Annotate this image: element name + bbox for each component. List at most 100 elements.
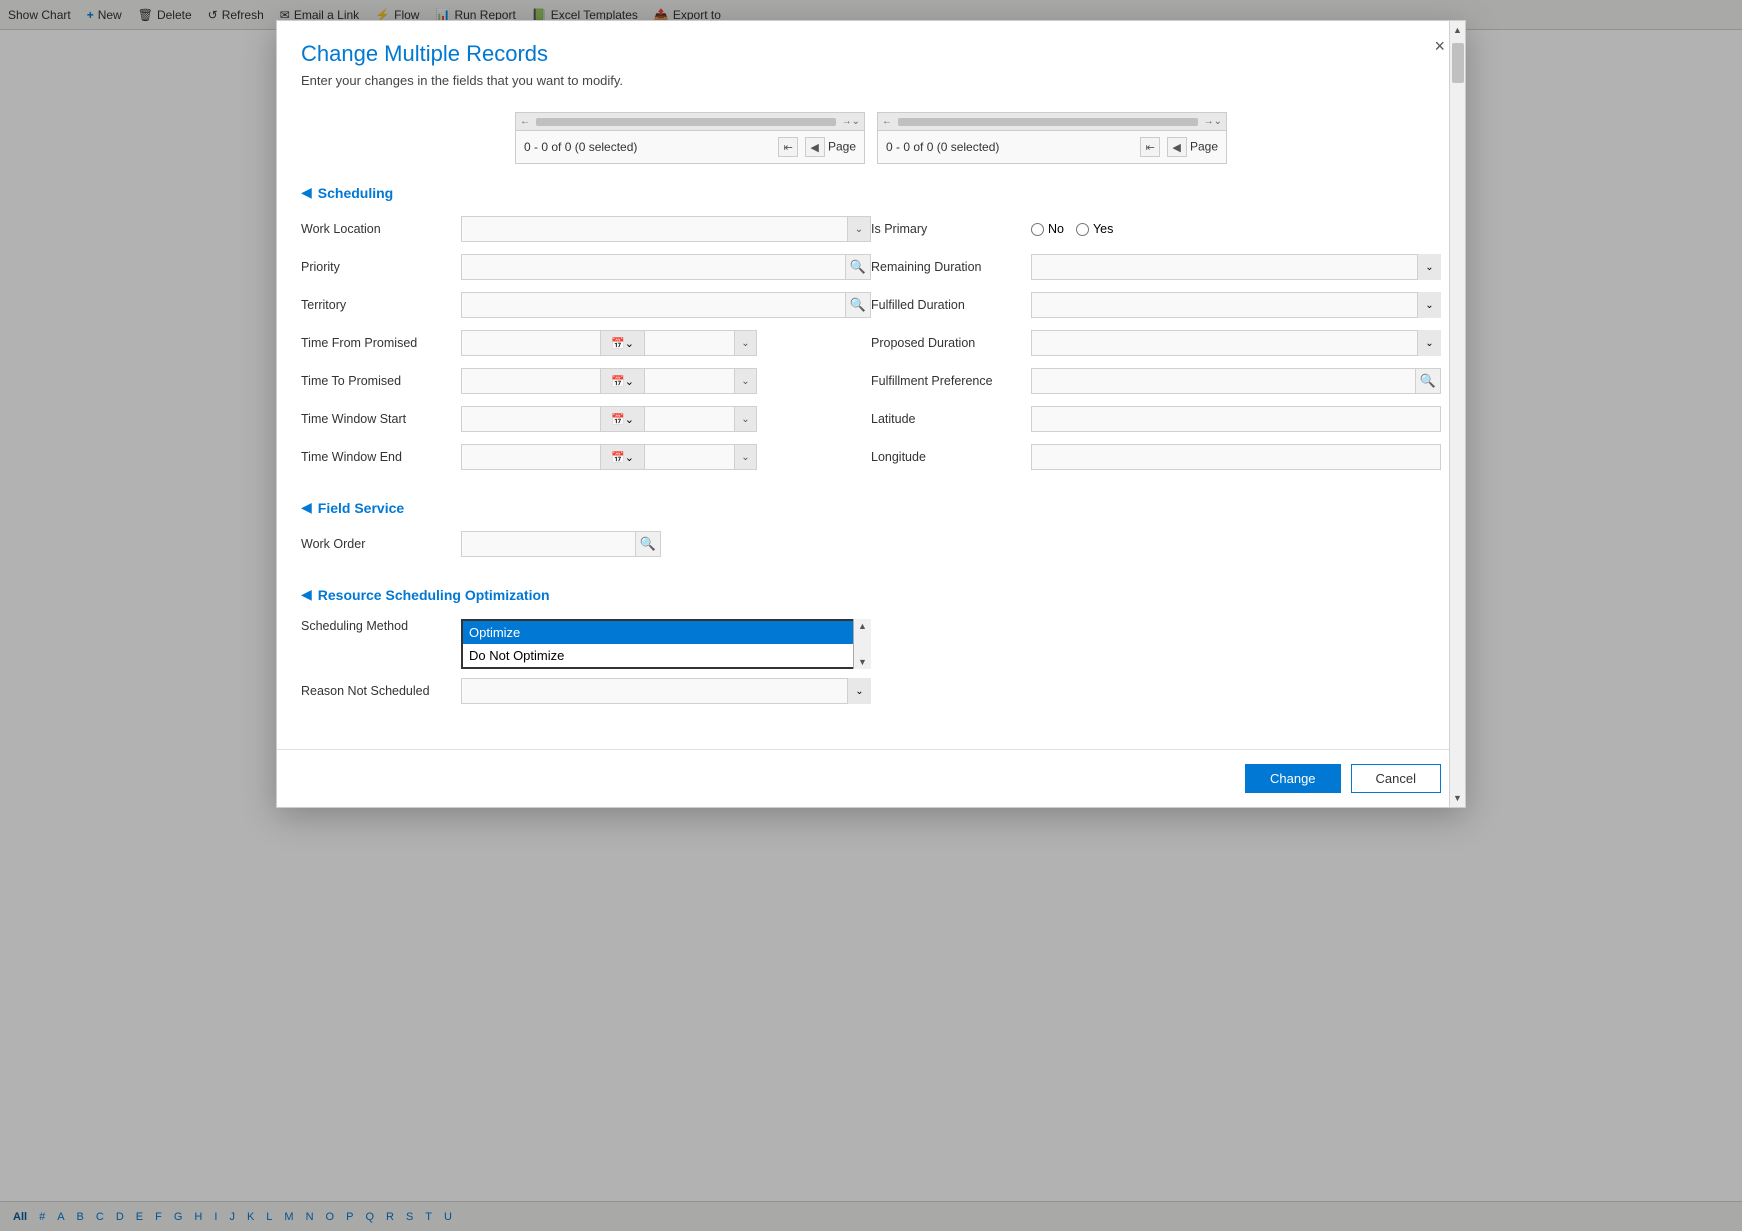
time-window-start-time-arrow[interactable]: ⌄ (735, 406, 757, 432)
work-location-select[interactable] (461, 216, 871, 242)
picker-prev-left[interactable]: ◀ (805, 137, 825, 157)
scheduling-section: ◀ Scheduling Work Location (301, 184, 1441, 479)
rso-left-col: Scheduling Method Optimize Do Not Optimi… (301, 615, 871, 713)
is-primary-yes-radio[interactable] (1076, 223, 1089, 236)
change-button[interactable]: Change (1245, 764, 1341, 793)
scheduling-method-optimize[interactable]: Optimize (463, 621, 869, 644)
scroll-left-right[interactable]: ← (882, 116, 892, 127)
picker-nav-left: ⇤ ◀ Page (775, 137, 856, 157)
time-window-start-datetime: 📅⌄ ⌄ (461, 406, 871, 432)
close-button[interactable]: × (1434, 37, 1445, 55)
remaining-duration-input[interactable] (1031, 254, 1441, 280)
time-window-end-time-arrow[interactable]: ⌄ (735, 444, 757, 470)
time-window-end-time-input[interactable] (645, 444, 735, 470)
proposed-duration-arrow[interactable]: ⌄ (1417, 330, 1441, 356)
work-location-label: Work Location (301, 222, 461, 236)
is-primary-row: Is Primary No Yes (871, 213, 1441, 245)
modal-footer: Change Cancel (277, 749, 1465, 807)
fulfillment-preference-row: Fulfillment Preference 🔍 (871, 365, 1441, 397)
scheduling-form-grid: Work Location ⌄ Priority (301, 213, 1441, 479)
time-from-promised-time-arrow[interactable]: ⌄ (735, 330, 757, 356)
time-window-start-date-input[interactable] (461, 406, 601, 432)
priority-input[interactable] (461, 254, 845, 280)
priority-lookup-icon[interactable]: 🔍 (845, 254, 871, 280)
scroll-thumb-left (536, 118, 836, 126)
rso-form-grid: Scheduling Method Optimize Do Not Optimi… (301, 615, 1441, 713)
modal-scroll-down[interactable]: ▼ (1453, 789, 1462, 807)
rso-section-title: Resource Scheduling Optimization (318, 587, 550, 603)
time-from-promised-calendar-btn[interactable]: 📅⌄ (601, 330, 645, 356)
latitude-row: Latitude (871, 403, 1441, 435)
longitude-input[interactable] (1031, 444, 1441, 470)
rso-section: ◀ Resource Scheduling Optimization Sched… (301, 586, 1441, 713)
field-service-left-col: Work Order 🔍 (301, 528, 871, 566)
work-order-input[interactable] (461, 531, 635, 557)
time-to-promised-time-input[interactable] (645, 368, 735, 394)
modal-body: ← → ⌄ 0 - 0 of 0 (0 selected) ⇤ ◀ Page ← (277, 100, 1465, 749)
time-window-end-date-input[interactable] (461, 444, 601, 470)
remaining-duration-arrow[interactable]: ⌄ (1417, 254, 1441, 280)
time-to-promised-date-input[interactable] (461, 368, 601, 394)
rso-scroll-down[interactable]: ▼ (858, 657, 867, 667)
field-service-section: ◀ Field Service Work Order 🔍 (301, 499, 1441, 566)
is-primary-yes-option[interactable]: Yes (1076, 222, 1113, 236)
scheduling-method-do-not-optimize[interactable]: Do Not Optimize (463, 644, 869, 667)
is-primary-no-option[interactable]: No (1031, 222, 1064, 236)
cancel-button[interactable]: Cancel (1351, 764, 1441, 793)
picker-first-right[interactable]: ⇤ (1140, 137, 1160, 157)
fulfilled-duration-arrow[interactable]: ⌄ (1417, 292, 1441, 318)
time-window-end-datetime: 📅⌄ ⌄ (461, 444, 871, 470)
territory-lookup-icon[interactable]: 🔍 (845, 292, 871, 318)
reason-not-scheduled-wrap: ⌄ (461, 678, 871, 704)
fulfilled-duration-control: ⌄ (1031, 292, 1441, 318)
reason-not-scheduled-arrow[interactable]: ⌄ (847, 678, 871, 704)
scroll-thumb-right (898, 118, 1198, 126)
field-service-section-title: Field Service (318, 500, 404, 516)
remaining-duration-control: ⌄ (1031, 254, 1441, 280)
time-window-start-time-input[interactable] (645, 406, 735, 432)
time-window-start-label: Time Window Start (301, 412, 461, 426)
dropdown-right[interactable]: ⌄ (1214, 116, 1222, 127)
priority-input-wrap: 🔍 (461, 254, 871, 280)
work-order-lookup-icon[interactable]: 🔍 (635, 531, 661, 557)
modal-scroll-up[interactable]: ▲ (1453, 21, 1462, 39)
time-to-promised-calendar-btn[interactable]: 📅⌄ (601, 368, 645, 394)
territory-input[interactable] (461, 292, 845, 318)
reason-not-scheduled-input[interactable] (461, 678, 871, 704)
dropdown-left[interactable]: ⌄ (852, 116, 860, 127)
picker-nav-right: ⇤ ◀ Page (1137, 137, 1218, 157)
time-window-start-calendar-btn[interactable]: 📅⌄ (601, 406, 645, 432)
latitude-input[interactable] (1031, 406, 1441, 432)
scroll-right-right[interactable]: → (1204, 116, 1214, 127)
picker-panel-left: ← → ⌄ 0 - 0 of 0 (0 selected) ⇤ ◀ Page (515, 112, 865, 164)
scheduling-left-col: Work Location ⌄ Priority (301, 213, 871, 479)
rso-section-header: ◀ Resource Scheduling Optimization (301, 586, 1441, 603)
change-multiple-records-modal: Change Multiple Records Enter your chang… (276, 20, 1466, 808)
time-window-end-calendar-btn[interactable]: 📅⌄ (601, 444, 645, 470)
territory-control: 🔍 (461, 292, 871, 318)
scroll-right-left[interactable]: → (842, 116, 852, 127)
field-service-collapse-icon[interactable]: ◀ (301, 499, 312, 516)
longitude-control (1031, 444, 1441, 470)
time-from-promised-time-input[interactable] (645, 330, 735, 356)
picker-first-left[interactable]: ⇤ (778, 137, 798, 157)
reason-not-scheduled-control: ⌄ (461, 678, 871, 704)
picker-page-right: Page (1190, 140, 1218, 154)
scheduling-collapse-icon[interactable]: ◀ (301, 184, 312, 201)
rso-collapse-icon[interactable]: ◀ (301, 586, 312, 603)
is-primary-control: No Yes (1031, 222, 1441, 236)
fulfillment-preference-input[interactable] (1031, 368, 1415, 394)
priority-label: Priority (301, 260, 461, 274)
proposed-duration-input[interactable] (1031, 330, 1441, 356)
picker-prev-right[interactable]: ◀ (1167, 137, 1187, 157)
scroll-left-left[interactable]: ← (520, 116, 530, 127)
picker-panel-right: ← → ⌄ 0 - 0 of 0 (0 selected) ⇤ ◀ Page (877, 112, 1227, 164)
territory-input-wrap: 🔍 (461, 292, 871, 318)
time-to-promised-time-arrow[interactable]: ⌄ (735, 368, 757, 394)
rso-scroll-up[interactable]: ▲ (858, 621, 867, 631)
modal-header: Change Multiple Records Enter your chang… (277, 21, 1465, 100)
fulfillment-preference-lookup-icon[interactable]: 🔍 (1415, 368, 1441, 394)
fulfilled-duration-input[interactable] (1031, 292, 1441, 318)
is-primary-no-radio[interactable] (1031, 223, 1044, 236)
time-from-promised-date-input[interactable] (461, 330, 601, 356)
